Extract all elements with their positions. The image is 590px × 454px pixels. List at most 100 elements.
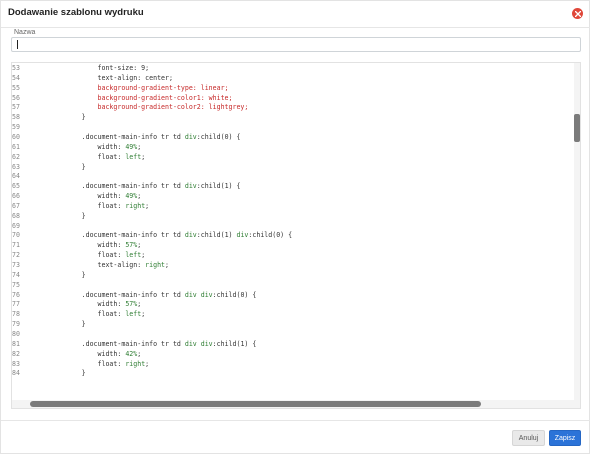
code-token: width:	[34, 192, 126, 201]
code-token: div	[184, 132, 197, 141]
code-token: :child(1)	[196, 231, 237, 240]
code-token: font-size: 9;	[34, 64, 150, 72]
print-template-dialog: Dodawanie szablonu wydruku Nazwa 53 font…	[0, 0, 590, 454]
close-x-glyph	[574, 10, 581, 17]
code-token: ;	[141, 152, 146, 161]
cancel-button[interactable]: Anuluj	[512, 430, 545, 446]
code-token: left	[125, 152, 142, 161]
line-number: 73	[12, 261, 20, 269]
line-number: 58	[12, 113, 20, 122]
line-number: 78	[12, 310, 20, 319]
code-text: }	[34, 113, 86, 122]
code-text: width: 49%;	[34, 142, 142, 152]
code-token: width:	[34, 300, 126, 309]
code-text: float: right;	[34, 201, 150, 211]
code-text: float: left;	[34, 310, 146, 319]
code-token: .document-main-info tr td	[34, 290, 185, 299]
line-number: 64	[12, 172, 20, 181]
code-text: }	[34, 369, 86, 378]
line-number: 60	[12, 132, 20, 141]
line-number: 69	[12, 221, 20, 230]
code-token: :child(1) {	[196, 182, 241, 191]
dialog-title: Dodawanie szablonu wydruku	[8, 7, 144, 18]
line-number: 68	[12, 211, 20, 220]
code-text: .document-main-info tr td div:child(1) d…	[34, 231, 292, 240]
code-token: left	[125, 251, 142, 260]
line-number: 76	[12, 290, 20, 299]
code-token: 57%	[125, 300, 138, 309]
code-token: .document-main-info tr td	[34, 231, 185, 240]
code-text: }	[34, 271, 86, 280]
line-number: 61	[12, 142, 20, 151]
code-token: }	[34, 211, 86, 220]
code-token: .document-main-info tr td	[34, 132, 185, 141]
code-token: }	[34, 320, 86, 329]
code-token: float:	[34, 152, 126, 161]
vertical-scrollbar[interactable]	[574, 63, 580, 401]
name-field-label: Nazwa	[14, 29, 36, 36]
code-token: .document-main-info tr td	[34, 182, 185, 191]
code-token: background-gradient-color2: lightgrey;	[34, 103, 249, 112]
code-token: width:	[34, 142, 126, 151]
code-text: text-align: center;	[34, 74, 173, 83]
line-number: 59	[12, 123, 20, 132]
line-number: 74	[12, 270, 20, 279]
line-number: 79	[12, 320, 20, 329]
name-field-group: Nazwa	[11, 29, 581, 53]
dialog-header: Dodawanie szablonu wydruku	[1, 1, 590, 28]
code-text: .document-main-info tr td div div:child(…	[34, 339, 257, 349]
code-text: float: left;	[34, 152, 146, 162]
code-token: }	[34, 162, 86, 171]
line-number: 77	[12, 300, 20, 309]
line-number: 56	[12, 93, 20, 102]
code-text: width: 49%;	[34, 192, 142, 201]
code-text: float: left;	[34, 251, 146, 260]
line-number: 62	[12, 152, 20, 161]
code-token: ;	[141, 310, 146, 319]
code-text: width: 57%;	[34, 300, 142, 309]
text-caret	[17, 40, 18, 49]
close-icon[interactable]	[572, 8, 583, 19]
line-number: 71	[12, 241, 20, 250]
code-token: div	[184, 182, 197, 191]
code-token: width:	[34, 349, 126, 358]
code-token: float:	[34, 201, 126, 210]
line-number: 70	[12, 231, 20, 240]
line-number: 83	[12, 359, 20, 368]
code-editor[interactable]: 53 font-size: 9; 54 text-align: center; 55…	[11, 62, 581, 409]
code-token: ;	[137, 192, 142, 201]
code-text: font-size: 9;	[34, 64, 150, 73]
horizontal-scrollbar[interactable]	[12, 400, 580, 408]
code-token: ;	[145, 201, 150, 210]
code-token: .document-main-info tr td	[34, 339, 185, 348]
horizontal-scrollbar-thumb[interactable]	[30, 401, 481, 407]
code-text: background-gradient-color1: white;	[34, 94, 233, 103]
save-button[interactable]: Zapisz	[549, 430, 581, 446]
code-token: ;	[165, 261, 169, 269]
code-token: div div	[184, 290, 213, 299]
code-content[interactable]: 53 font-size: 9; 54 text-align: center; 55…	[12, 63, 577, 401]
code-token: right	[125, 359, 146, 368]
code-text: .document-main-info tr td div div:child(…	[34, 290, 257, 300]
code-token: background-gradient-type: linear;	[34, 83, 229, 92]
line-number: 75	[12, 280, 20, 289]
line-number: 55	[12, 83, 20, 92]
code-token: background-gradient-color1: white;	[34, 93, 233, 102]
code-text: .document-main-info tr td div:child(0) {	[34, 132, 241, 142]
code-text: text-align: right;	[34, 261, 169, 270]
code-token: 57%	[125, 241, 138, 250]
code-token: ;	[141, 251, 146, 260]
code-text: .document-main-info tr td div:child(1) {	[34, 182, 241, 191]
name-input[interactable]	[11, 37, 581, 52]
code-token: 42%	[125, 349, 138, 358]
code-text: width: 57%;	[34, 241, 142, 250]
line-number: 84	[12, 369, 20, 378]
line-number: 67	[12, 201, 20, 210]
code-token: ;	[137, 142, 142, 151]
line-number: 54	[12, 73, 20, 82]
line-number: 65	[12, 182, 20, 191]
code-token: }	[34, 369, 86, 378]
vertical-scrollbar-thumb[interactable]	[574, 114, 580, 142]
code-token: text-align:	[34, 261, 146, 269]
code-token: float:	[34, 310, 126, 319]
